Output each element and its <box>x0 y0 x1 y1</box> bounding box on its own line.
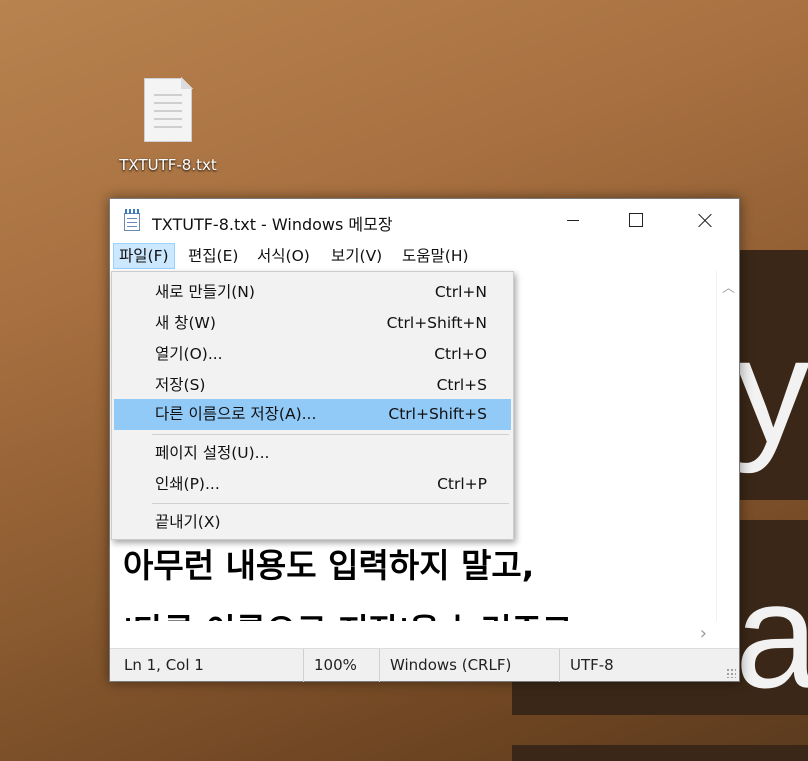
menu-view[interactable]: 보기(V) <box>326 243 387 269</box>
window-title: TXTUTF-8.txt - Windows 메모장 <box>152 215 393 234</box>
desktop-file-icon[interactable]: TXTUTF-8.txt <box>108 77 228 174</box>
menu-file[interactable]: 파일(F) <box>113 243 175 269</box>
menu-item-label: 새 창(W) <box>155 314 216 332</box>
menu-item-exit[interactable]: 끝내기(X) <box>114 507 511 538</box>
menu-separator <box>152 434 509 435</box>
maximize-icon <box>629 213 643 227</box>
file-menu-dropdown: 새로 만들기(N) Ctrl+N 새 창(W) Ctrl+Shift+N 열기(… <box>111 271 514 540</box>
vertical-scrollbar[interactable]: ︿ <box>716 271 739 621</box>
menu-separator <box>152 503 509 504</box>
menu-item-label: 새로 만들기(N) <box>155 283 255 301</box>
menu-item-label: 끝내기(X) <box>155 513 221 531</box>
scroll-right-icon[interactable]: › <box>700 623 707 644</box>
menu-help[interactable]: 도움말(H) <box>397 243 474 269</box>
background-glyph: y <box>735 306 808 474</box>
status-bar: Ln 1, Col 1 100% Windows (CRLF) UTF-8 <box>110 648 739 682</box>
menu-item-label: 열기(O)... <box>155 345 223 363</box>
menu-item-shortcut: Ctrl+Shift+N <box>386 314 487 332</box>
close-button[interactable] <box>682 199 728 241</box>
menu-item-shortcut: Ctrl+P <box>437 475 487 493</box>
menu-edit[interactable]: 편집(E) <box>183 243 243 269</box>
menu-item-shortcut: Ctrl+S <box>436 376 487 394</box>
editor-line: 아무런 내용도 입력하지 말고, <box>123 546 535 585</box>
background-panel <box>512 745 808 761</box>
desktop-file-label: TXTUTF-8.txt <box>119 156 217 174</box>
menu-item-page-setup[interactable]: 페이지 설정(U)... <box>114 438 511 469</box>
menu-item-shortcut: Ctrl+N <box>434 283 487 301</box>
title-bar[interactable]: TXTUTF-8.txt - Windows 메모장 <box>110 199 739 241</box>
menu-item-shortcut: Ctrl+Shift+S <box>388 405 487 423</box>
minimize-icon <box>567 220 579 221</box>
menu-item-new-window[interactable]: 새 창(W) Ctrl+Shift+N <box>114 308 511 339</box>
scroll-up-icon[interactable]: ︿ <box>717 277 740 296</box>
menu-item-label: 인쇄(P)... <box>155 475 220 493</box>
notepad-icon <box>122 209 142 231</box>
status-line-ending: Windows (CRLF) <box>380 649 560 682</box>
menu-bar: 파일(F) 편집(E) 서식(O) 보기(V) 도움말(H) <box>110 241 739 271</box>
menu-item-save-as[interactable]: 다른 이름으로 저장(A)... Ctrl+Shift+S <box>114 399 511 430</box>
status-zoom: 100% <box>304 649 380 682</box>
menu-item-shortcut: Ctrl+O <box>434 345 487 363</box>
menu-item-print[interactable]: 인쇄(P)... Ctrl+P <box>114 469 511 500</box>
horizontal-scrollbar[interactable]: › <box>110 621 739 648</box>
maximize-button[interactable] <box>612 199 658 241</box>
status-encoding: UTF-8 <box>570 656 614 674</box>
menu-item-label: 다른 이름으로 저장(A)... <box>155 405 317 423</box>
menu-format[interactable]: 서식(O) <box>252 243 315 269</box>
background-glyph: a <box>735 551 808 719</box>
minimize-button[interactable] <box>550 199 596 241</box>
menu-item-label: 저장(S) <box>155 376 206 394</box>
status-cursor-position: Ln 1, Col 1 <box>114 649 304 682</box>
menu-item-new[interactable]: 새로 만들기(N) Ctrl+N <box>114 277 511 308</box>
menu-item-save[interactable]: 저장(S) Ctrl+S <box>114 370 511 401</box>
menu-item-open[interactable]: 열기(O)... Ctrl+O <box>114 339 511 370</box>
menu-item-label: 페이지 설정(U)... <box>155 444 270 462</box>
resize-grip-icon[interactable] <box>726 668 736 678</box>
text-file-icon <box>144 77 193 142</box>
